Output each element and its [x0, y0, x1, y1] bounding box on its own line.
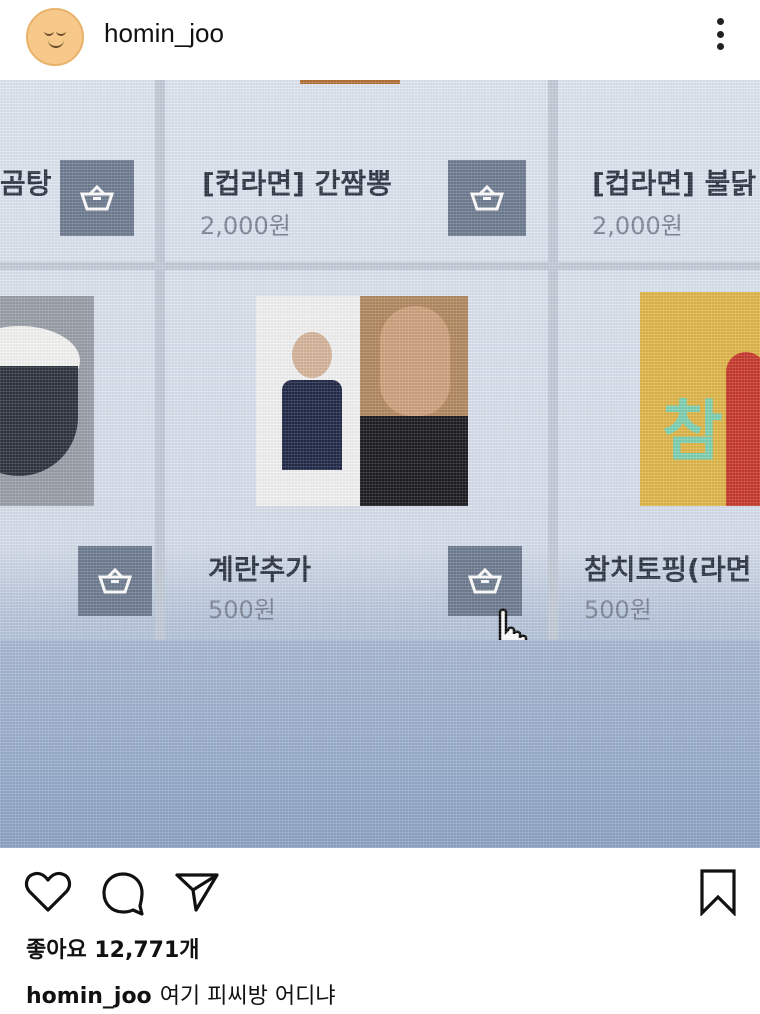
comment-icon[interactable]: [100, 870, 146, 916]
grid-divider: [155, 80, 165, 640]
post-username[interactable]: homin_joo: [104, 18, 224, 49]
sleepy-face-icon: [44, 30, 54, 36]
screen-lower-area: [0, 640, 760, 848]
caption-text: 여기 피씨방 어디냐: [159, 984, 336, 1009]
cart-button[interactable]: [448, 546, 522, 616]
sleepy-face-icon-mouth: [48, 40, 64, 48]
like-count[interactable]: 좋아요 12,771개: [26, 932, 200, 964]
top-edge-strip: [300, 80, 400, 84]
sleepy-face-icon-eye: [56, 30, 66, 36]
product-price: 2,000원: [200, 212, 291, 240]
bookmark-icon[interactable]: [698, 868, 738, 917]
logo-text: 참: [662, 393, 723, 470]
post-photo[interactable]: 곰탕 [컵라면] 간짬뽕 2,000원 [컵라면] 불닭 2,000원 참 계란…: [0, 80, 760, 848]
product-name: 계란추가: [208, 553, 312, 586]
cart-icon: [80, 185, 114, 211]
shirt-shape: [360, 416, 468, 506]
post-actions: [0, 860, 760, 930]
product-price: 500원: [584, 596, 652, 624]
heart-icon[interactable]: [24, 870, 72, 914]
product-name: 참치토핑(라면: [584, 553, 752, 586]
cart-button[interactable]: [448, 160, 526, 236]
product-name: 곰탕: [0, 167, 52, 200]
bowl-shape: [0, 366, 78, 476]
cart-icon: [98, 568, 132, 594]
product-image-tuna[interactable]: 참: [640, 292, 760, 506]
person-body: [282, 380, 342, 470]
person-head: [292, 332, 332, 378]
grid-divider: [0, 262, 760, 270]
product-name: [컵라면] 간짬뽕: [202, 167, 392, 200]
cart-icon: [468, 568, 502, 594]
cart-icon: [470, 185, 504, 211]
caption: homin_joo 여기 피씨방 어디냐: [26, 978, 336, 1010]
send-icon[interactable]: [174, 870, 220, 914]
product-image-egg[interactable]: [256, 296, 468, 506]
product-price: 500원: [208, 596, 276, 624]
caption-username[interactable]: homin_joo: [26, 984, 152, 1009]
cart-button[interactable]: [78, 546, 152, 616]
product-price: 2,000원: [592, 212, 683, 240]
face-shape: [380, 306, 450, 416]
grid-divider: [548, 80, 558, 640]
product-name: [컵라면] 불닭: [592, 167, 757, 200]
person-shape: [726, 352, 760, 506]
avatar[interactable]: [26, 8, 84, 66]
product-image-rice[interactable]: [0, 296, 94, 506]
more-vertical-icon[interactable]: [708, 14, 732, 54]
cart-button[interactable]: [60, 160, 134, 236]
post-header: homin_joo: [0, 0, 760, 80]
